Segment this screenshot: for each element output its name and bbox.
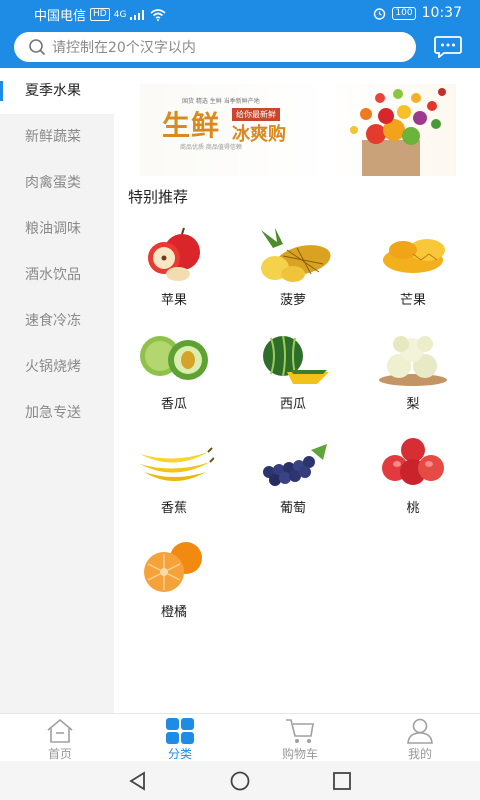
sidebar-item-label: 速食冷冻 — [25, 313, 81, 329]
sidebar-item-meat-eggs[interactable]: 肉禽蛋类 — [0, 160, 114, 206]
battery-level: 100 — [392, 6, 416, 20]
app-header: 中国电信 HD 4G 100 10:37 请控制在20个汉字以内 — [0, 0, 480, 68]
product-name: 西瓜 — [279, 397, 306, 412]
product-name: 香蕉 — [160, 501, 187, 516]
product-name: 橙橘 — [160, 605, 187, 620]
product-banana[interactable]: 香蕉 — [124, 432, 224, 528]
tab-label: 购物车 — [281, 747, 318, 761]
product-watermelon[interactable]: 西瓜 — [243, 328, 343, 424]
alarm-icon — [374, 7, 386, 20]
tab-category[interactable]: 分类 — [120, 714, 240, 762]
product-name: 梨 — [406, 397, 420, 412]
tab-label: 分类 — [167, 747, 192, 761]
sidebar-item-summer-fruit[interactable]: 夏季水果 — [0, 68, 114, 114]
product-mango[interactable]: 芒果 — [363, 224, 463, 320]
banner-caption: 商品优质 商品值得信赖 — [180, 144, 242, 151]
tab-label: 我的 — [407, 747, 432, 761]
user-icon — [407, 718, 433, 744]
mango-image — [383, 239, 445, 273]
pear-image — [379, 336, 447, 386]
produce-bag-image — [350, 88, 446, 176]
product-name: 苹果 — [160, 293, 187, 308]
section-title: 特别推荐 — [128, 188, 189, 206]
product-pineapple[interactable]: 菠萝 — [243, 224, 343, 320]
peach-image — [382, 438, 444, 485]
promo-banner[interactable]: 国货 精选 生鲜 当季新鲜产地 生鲜 给你最新鲜 冰爽购 商品优质 商品值得信赖 — [140, 84, 456, 176]
sidebar-item-drinks[interactable]: 酒水饮品 — [0, 252, 114, 298]
sidebar-item-frozen[interactable]: 速食冷冻 — [0, 298, 114, 344]
product-peach[interactable]: 桃 — [363, 432, 463, 528]
main-content: 国货 精选 生鲜 当季新鲜产地 生鲜 给你最新鲜 冰爽购 商品优质 商品值得信赖… — [114, 68, 480, 713]
product-name: 菠萝 — [279, 293, 306, 308]
grape-image — [263, 444, 327, 486]
banner-title-fresh: 生鲜 — [162, 109, 221, 142]
sidebar-item-label: 酒水饮品 — [25, 267, 81, 283]
product-orange[interactable]: 橙橘 — [124, 536, 224, 632]
pineapple-image — [261, 228, 331, 282]
sidebar-item-label: 火锅烧烤 — [25, 359, 81, 375]
product-grape[interactable]: 葡萄 — [243, 432, 343, 528]
sidebar-item-vegetables[interactable]: 新鲜蔬菜 — [0, 114, 114, 160]
search-icon — [29, 39, 46, 56]
signal-icon — [130, 9, 145, 20]
sidebar-item-label: 新鲜蔬菜 — [25, 129, 81, 145]
product-name: 葡萄 — [279, 501, 306, 516]
tab-profile[interactable]: 我的 — [360, 714, 480, 762]
bottom-navigation: 首页 分类 购物车 我的 — [0, 713, 480, 761]
system-navigation-bar — [0, 761, 480, 800]
search-input[interactable]: 请控制在20个汉字以内 — [14, 32, 416, 62]
product-pear[interactable]: 梨 — [363, 328, 463, 424]
home-icon — [47, 718, 73, 743]
product-apple[interactable]: 苹果 — [124, 224, 224, 320]
sidebar-item-label: 夏季水果 — [25, 83, 81, 99]
carrier-name: 中国电信 — [34, 9, 87, 24]
status-bar: 中国电信 HD 4G 100 10:37 — [0, 0, 480, 26]
wifi-icon — [150, 8, 166, 21]
tab-label: 首页 — [47, 747, 72, 761]
network-type: 4G — [113, 9, 127, 20]
sidebar-item-label: 加急专送 — [25, 405, 81, 421]
product-name: 芒果 — [399, 293, 426, 308]
melon-image — [140, 336, 208, 380]
search-placeholder: 请控制在20个汉字以内 — [52, 40, 196, 56]
sidebar-item-grain-oil[interactable]: 粮油调味 — [0, 206, 114, 252]
category-sidebar: 夏季水果 新鲜蔬菜 肉禽蛋类 粮油调味 酒水饮品 速食冷冻 火锅烧烤 加急专送 — [0, 68, 114, 713]
cart-icon — [286, 719, 314, 743]
watermelon-image — [263, 335, 329, 384]
sidebar-item-hotpot-bbq[interactable]: 火锅烧烤 — [0, 344, 114, 390]
product-name: 香瓜 — [160, 397, 187, 412]
apple-image — [148, 227, 200, 281]
product-name: 桃 — [406, 501, 420, 516]
category-icon — [166, 718, 194, 744]
clock: 10:37 — [421, 5, 462, 21]
orange-image — [144, 542, 202, 592]
back-icon[interactable] — [128, 771, 148, 791]
recents-icon[interactable] — [332, 771, 352, 791]
sidebar-item-label: 粮油调味 — [25, 221, 81, 237]
tab-home[interactable]: 首页 — [0, 714, 120, 762]
product-melon[interactable]: 香瓜 — [124, 328, 224, 424]
tab-cart[interactable]: 购物车 — [240, 714, 360, 762]
hd-badge: HD — [90, 8, 110, 21]
sidebar-item-express[interactable]: 加急专送 — [0, 390, 114, 436]
message-icon[interactable] — [434, 36, 462, 58]
sidebar-item-label: 肉禽蛋类 — [25, 175, 81, 191]
home-circle-icon[interactable] — [229, 771, 251, 791]
banana-image — [140, 447, 214, 481]
